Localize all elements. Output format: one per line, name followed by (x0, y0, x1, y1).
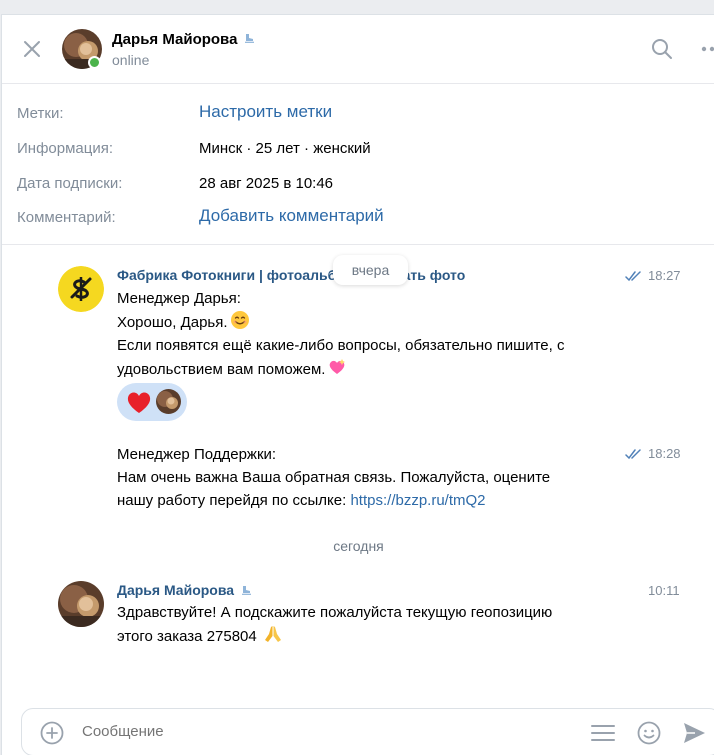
date-separator-today: сегодня (333, 538, 384, 554)
search-icon[interactable] (650, 37, 674, 61)
folded-hands-icon (264, 626, 281, 642)
message-line: Здравствуйте! А подскажите пожалуйста те… (117, 604, 553, 621)
message-line: удовольствием вам поможем. (117, 357, 617, 381)
contact-name-text: Дарья Майорова (112, 31, 238, 48)
message-line-text: этого заказа 275804 (117, 628, 257, 645)
read-ticks-icon (625, 271, 641, 282)
message-text: Менеджер Поддержки: Нам очень важна Ваша… (117, 443, 617, 512)
labels-label: Метки: (17, 105, 64, 122)
message-input[interactable] (82, 723, 562, 740)
send-icon[interactable] (681, 720, 707, 746)
message-time: 18:27 (648, 268, 681, 283)
user-avatar[interactable] (58, 581, 104, 627)
message-text: Здравствуйте! А подскажите пожалуйста те… (117, 601, 617, 648)
message-time: 10:11 (648, 583, 680, 598)
info-row-comment: Комментарий: Добавить комментарий (2, 206, 714, 230)
information-value: Минск · 25 лет · женский (199, 140, 371, 157)
information-label: Информация: (17, 140, 114, 157)
configure-labels-link[interactable]: Настроить метки (199, 102, 332, 122)
ice-skate-icon (245, 34, 255, 43)
user-author-name-text: Дарья Майорова (117, 582, 235, 598)
message-line: Если появятся ещё какие-либо вопросы, об… (117, 337, 565, 354)
reaction-chip[interactable] (117, 383, 187, 421)
close-icon[interactable] (20, 37, 44, 61)
templates-menu-icon[interactable] (590, 721, 616, 745)
date-separator-yesterday: вчера (333, 255, 408, 285)
sparkling-heart-icon (330, 359, 346, 374)
message-line: этого заказа 275804 (117, 624, 617, 648)
feedback-link[interactable]: https://bzzp.ru/tmQ2 (350, 492, 485, 509)
group-author-name[interactable]: Фабрика Фотокниги | фотоальбомы | печать… (117, 267, 465, 283)
read-ticks-icon (625, 449, 641, 460)
message-text: Менеджер Дарья: Хорошо, Дарья. Если появ… (117, 287, 617, 381)
message-line: Хорошо, Дарья. (117, 310, 617, 334)
message-line: Менеджер Поддержки: (117, 446, 277, 463)
online-indicator (88, 56, 101, 69)
add-attachment-icon[interactable] (40, 721, 64, 745)
emoji-icon[interactable] (637, 721, 661, 745)
subscribed-value: 28 авг 2025 в 10:46 (199, 175, 334, 192)
smile-emoji-icon (230, 311, 249, 329)
contact-name[interactable]: Дарья Майорова (112, 31, 255, 48)
message-line: Нам очень важна Ваша обратная связь. Пож… (117, 469, 551, 486)
message-time: 18:28 (648, 446, 681, 461)
message-line: Менеджер Дарья: (117, 290, 241, 307)
message-line: нашу работу перейдя по ссылке: https://b… (117, 489, 617, 512)
contact-info: Метки: Настроить метки Информация: Минск… (2, 85, 714, 245)
more-icon[interactable] (700, 37, 714, 61)
group-avatar[interactable] (58, 266, 104, 312)
reaction-user-avatar (156, 389, 181, 414)
add-comment-link[interactable]: Добавить комментарий (199, 206, 384, 226)
heart-icon (127, 392, 151, 413)
info-row-subscribed: Дата подписки: 28 авг 2025 в 10:46 (2, 172, 714, 196)
info-row-labels: Метки: Настроить метки (2, 102, 714, 126)
message-composer (21, 708, 714, 755)
info-row-information: Информация: Минск · 25 лет · женский (2, 137, 714, 161)
chat-panel: Дарья Майорова online Метки: Настроить м… (1, 14, 714, 755)
message-line-text: Хорошо, Дарья. (117, 314, 228, 331)
comment-label: Комментарий: (17, 209, 116, 226)
ice-skate-icon (242, 586, 252, 595)
chat-header: Дарья Майорова online (2, 15, 714, 84)
user-author-name[interactable]: Дарья Майорова (117, 582, 252, 598)
message-line-text: удовольствием вам поможем. (117, 361, 326, 378)
message-line-text: нашу работу перейдя по ссылке: (117, 492, 351, 509)
subscribed-label: Дата подписки: (17, 175, 123, 192)
contact-status: online (112, 52, 150, 68)
